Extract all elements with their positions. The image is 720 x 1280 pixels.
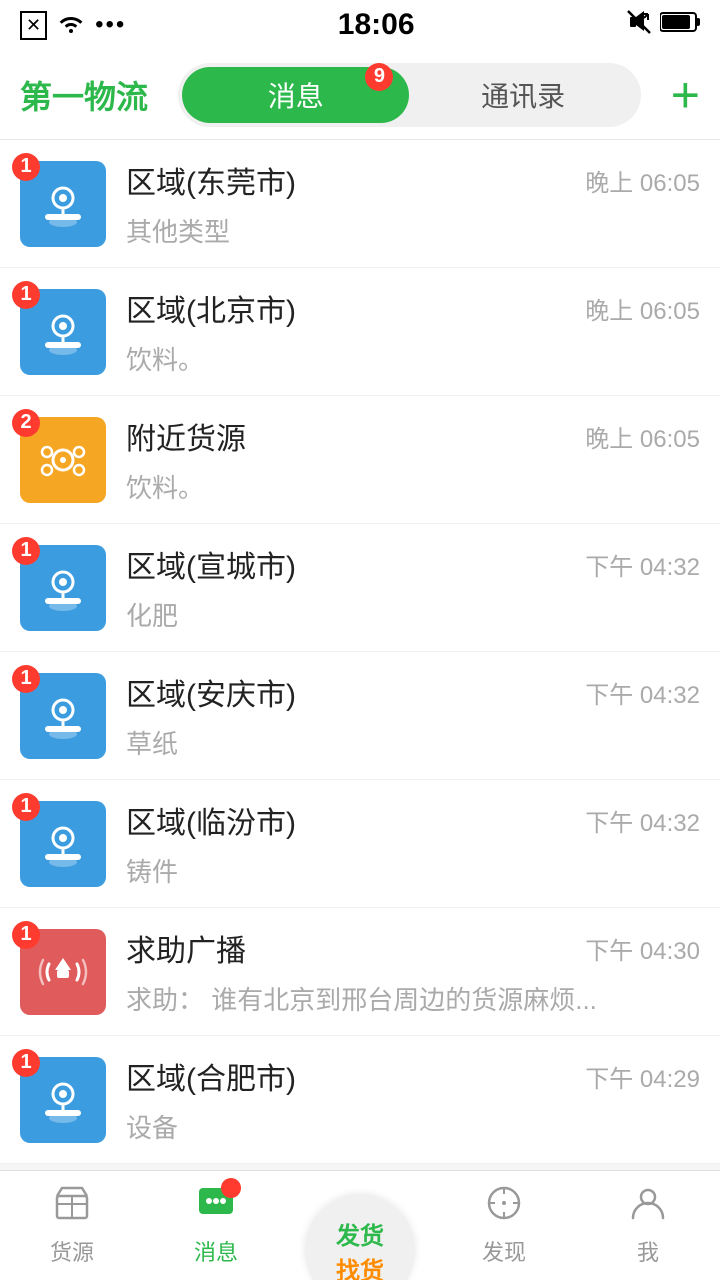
item-time: 下午 04:29 xyxy=(585,1059,700,1094)
nav-huoyuan-label: 货源 xyxy=(50,1235,94,1267)
nav-discover-label: 发现 xyxy=(482,1235,526,1267)
person-icon xyxy=(629,1184,667,1229)
list-item[interactable]: 1 求助广播 下午 04:30 求助： 谁有北京到邢台周边的货源麻烦... xyxy=(0,908,720,1036)
item-name: 区域(临汾市) xyxy=(126,798,296,842)
header: 第一物流 消息 9 通讯录 + xyxy=(0,50,720,140)
item-name: 附近货源 xyxy=(126,414,246,458)
battery-icon xyxy=(660,11,700,39)
item-preview: 草纸 xyxy=(126,724,700,761)
avatar-wrap: 1 xyxy=(20,929,106,1015)
item-time: 下午 04:32 xyxy=(585,547,700,582)
item-top: 区域(安庆市) 下午 04:32 xyxy=(126,670,700,714)
avatar-wrap: 1 xyxy=(20,161,106,247)
item-name: 区域(合肥市) xyxy=(126,1054,296,1098)
item-name: 区域(北京市) xyxy=(126,286,296,330)
app-title: 第一物流 xyxy=(20,72,148,118)
bottom-nav: 货源 消息 发货 找货 发现 我 xyxy=(0,1170,720,1280)
nav-message[interactable]: 消息 xyxy=(144,1171,288,1280)
status-right xyxy=(626,9,700,41)
message-nav-badge xyxy=(221,1178,241,1198)
message-badge: 9 xyxy=(365,63,393,91)
message-icon xyxy=(197,1184,235,1229)
unread-badge: 1 xyxy=(12,153,40,181)
item-preview: 设备 xyxy=(126,1108,700,1145)
compass-icon xyxy=(485,1184,523,1229)
unread-badge: 1 xyxy=(12,921,40,949)
item-time: 晚上 06:05 xyxy=(585,419,700,454)
wifi-icon xyxy=(57,11,85,39)
item-name: 区域(东莞市) xyxy=(126,158,296,202)
item-preview: 化肥 xyxy=(126,596,700,633)
item-name: 区域(安庆市) xyxy=(126,670,296,714)
nav-discover[interactable]: 发现 xyxy=(432,1171,576,1280)
item-top: 区域(合肥市) 下午 04:29 xyxy=(126,1054,700,1098)
tab-contacts[interactable]: 通讯录 xyxy=(409,67,636,123)
item-content: 区域(东莞市) 晚上 06:05 其他类型 xyxy=(126,158,700,249)
nav-me-label: 我 xyxy=(637,1235,659,1267)
fahuo-zhaohuo-button[interactable]: 发货 找货 xyxy=(305,1196,415,1280)
item-top: 区域(宣城市) 下午 04:32 xyxy=(126,542,700,586)
unread-badge: 1 xyxy=(12,537,40,565)
item-content: 附近货源 晚上 06:05 饮料。 xyxy=(126,414,700,505)
unread-badge: 1 xyxy=(12,665,40,693)
item-time: 下午 04:32 xyxy=(585,675,700,710)
tab-message[interactable]: 消息 9 xyxy=(182,67,409,123)
unread-badge: 1 xyxy=(12,793,40,821)
item-content: 区域(安庆市) 下午 04:32 草纸 xyxy=(126,670,700,761)
list-item[interactable]: 1 区域(宣城市) 下午 04:32 化肥 xyxy=(0,524,720,652)
item-content: 求助广播 下午 04:30 求助： 谁有北京到邢台周边的货源麻烦... xyxy=(126,926,700,1017)
item-time: 下午 04:32 xyxy=(585,803,700,838)
avatar-wrap: 2 xyxy=(20,417,106,503)
list-item[interactable]: 1 区域(安庆市) 下午 04:32 草纸 xyxy=(0,652,720,780)
list-item[interactable]: 1 区域(东莞市) 晚上 06:05 其他类型 xyxy=(0,140,720,268)
item-time: 晚上 06:05 xyxy=(585,291,700,326)
item-preview: 其他类型 xyxy=(126,212,700,249)
list-item[interactable]: 1 区域(北京市) 晚上 06:05 饮料。 xyxy=(0,268,720,396)
item-preview: 铸件 xyxy=(126,852,700,889)
item-top: 附近货源 晚上 06:05 xyxy=(126,414,700,458)
item-content: 区域(合肥市) 下午 04:29 设备 xyxy=(126,1054,700,1145)
dots-icon: ••• xyxy=(95,11,126,39)
message-list: 1 区域(东莞市) 晚上 06:05 其他类型 1 区域(北京市) 晚上 06 xyxy=(0,140,720,1164)
nav-message-label: 消息 xyxy=(194,1235,238,1267)
item-preview: 求助： 谁有北京到邢台周边的货源麻烦... xyxy=(126,980,700,1017)
list-item[interactable]: 1 区域(临汾市) 下午 04:32 铸件 xyxy=(0,780,720,908)
box-icon xyxy=(53,1184,91,1229)
mute-icon xyxy=(626,9,652,41)
item-time: 下午 04:30 xyxy=(585,931,700,966)
app-icon: ✕ xyxy=(20,11,47,40)
unread-badge: 1 xyxy=(12,1049,40,1077)
zhaohuo-label: 找货 xyxy=(336,1251,384,1280)
nav-me[interactable]: 我 xyxy=(576,1171,720,1280)
tab-container: 消息 9 通讯录 xyxy=(178,63,641,127)
list-item[interactable]: 1 区域(合肥市) 下午 04:29 设备 xyxy=(0,1036,720,1164)
item-name: 求助广播 xyxy=(126,926,246,970)
unread-badge: 2 xyxy=(12,409,40,437)
avatar-wrap: 1 xyxy=(20,289,106,375)
status-time: 18:06 xyxy=(338,8,415,42)
item-preview: 饮料。 xyxy=(126,468,700,505)
item-top: 区域(临汾市) 下午 04:32 xyxy=(126,798,700,842)
nav-huoyuan[interactable]: 货源 xyxy=(0,1171,144,1280)
list-item[interactable]: 2 附近货源 晚上 06:05 饮料。 xyxy=(0,396,720,524)
item-content: 区域(临汾市) 下午 04:32 铸件 xyxy=(126,798,700,889)
avatar-wrap: 1 xyxy=(20,801,106,887)
item-content: 区域(北京市) 晚上 06:05 饮料。 xyxy=(126,286,700,377)
avatar-wrap: 1 xyxy=(20,1057,106,1143)
item-top: 区域(东莞市) 晚上 06:05 xyxy=(126,158,700,202)
item-time: 晚上 06:05 xyxy=(585,163,700,198)
status-left: ✕ ••• xyxy=(20,11,126,40)
item-top: 区域(北京市) 晚上 06:05 xyxy=(126,286,700,330)
item-content: 区域(宣城市) 下午 04:32 化肥 xyxy=(126,542,700,633)
avatar-wrap: 1 xyxy=(20,673,106,759)
item-preview: 饮料。 xyxy=(126,340,700,377)
add-button[interactable]: + xyxy=(671,70,700,120)
fahuo-label: 发货 xyxy=(336,1216,384,1251)
unread-badge: 1 xyxy=(12,281,40,309)
status-bar: ✕ ••• 18:06 xyxy=(0,0,720,50)
avatar-wrap: 1 xyxy=(20,545,106,631)
item-top: 求助广播 下午 04:30 xyxy=(126,926,700,970)
item-name: 区域(宣城市) xyxy=(126,542,296,586)
